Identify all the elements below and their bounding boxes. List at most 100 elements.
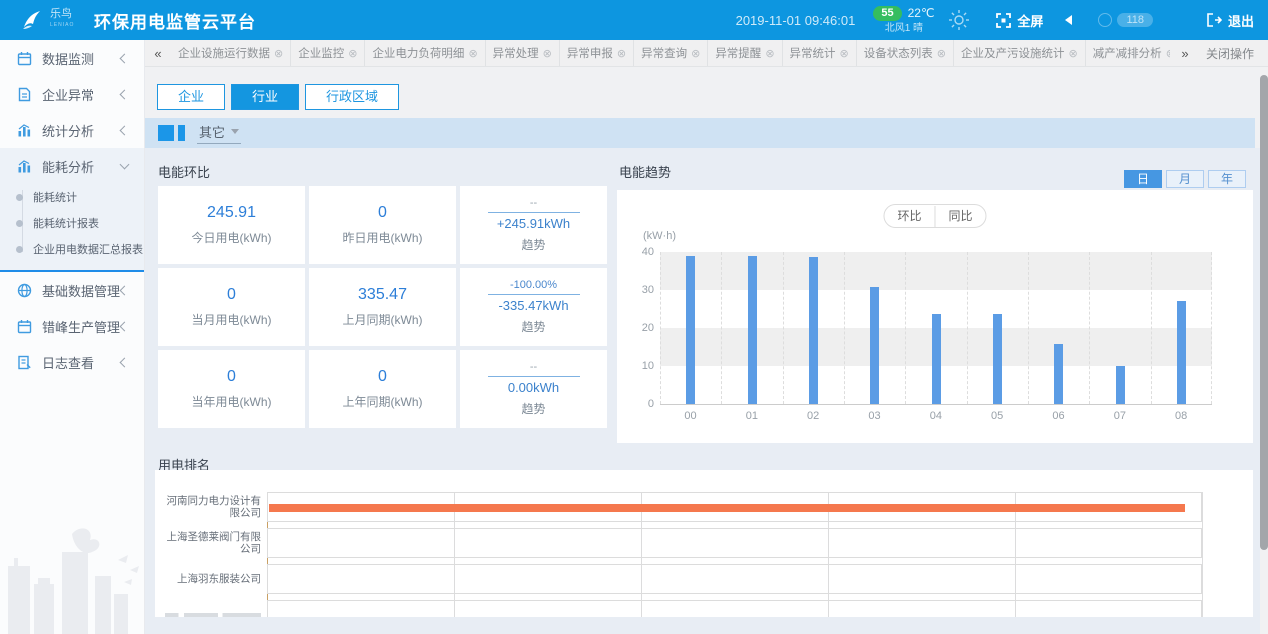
x-tick-label: 01 [721,410,782,422]
tab-close-icon[interactable]: ⊗ [617,47,626,60]
tab-企业电力负荷明细[interactable]: 企业电力负荷明细⊗ [365,40,485,66]
city-skyline-watermark [0,504,145,634]
period-button-月[interactable]: 月 [1166,170,1204,188]
stat-card: 335.47上月同期(kWh) [309,268,456,346]
tab-异常处理[interactable]: 异常处理⊗ [486,40,560,66]
sidebar-item-日志查看[interactable]: 日志查看 [0,344,144,380]
grid-band [660,252,1212,290]
tabs-scroll-right-icon[interactable]: » [1170,40,1200,66]
ranking-company-label: 河南同力电力设计有限公司 [161,495,261,519]
sidebar-subitem-能耗统计[interactable]: 能耗统计 [0,184,144,210]
sidebar-item-基础数据管理[interactable]: 基础数据管理 [0,272,144,308]
tab-异常提醒[interactable]: 异常提醒 ⊗ [708,40,782,66]
y-tick-label: 0 [624,398,654,410]
sun-icon [948,9,970,31]
page-title: 环保用电监管云平台 [94,8,256,33]
wind-status: 北风1 晴 [885,22,923,35]
sidebar-item-label: 错峰生产管理 [42,317,121,336]
stat-value: 0 [227,368,236,386]
bar-08 [1177,301,1186,404]
grid-line [660,252,661,404]
stat-label: 当年用电(kWh) [192,393,272,410]
sidebar-subitem-label: 能耗统计报表 [33,215,99,231]
tab-bar: « 企业设施运行数据⊗企业监控⊗企业电力负荷明细⊗异常处理⊗异常申报⊗异常查询⊗… [145,40,1268,67]
x-tick-label: 03 [844,410,905,422]
tab-close-icon[interactable]: ⊗ [937,47,946,60]
tab-异常查询[interactable]: 异常查询⊗ [634,40,708,66]
tab-close-icon[interactable]: ⊗ [543,47,552,60]
tab-设备状态列表[interactable]: 设备状态列表⊗ [857,40,954,66]
main-content: 企业行业行政区域 其它 电能环比 245.91今日用电(kWh)0昨日用电(kW… [145,67,1268,634]
period-button-日[interactable]: 日 [1124,170,1162,188]
temperature: 22℃ [908,7,935,20]
sidebar-subitem-label: 企业用电数据汇总报表 [33,241,143,257]
tab-减产减排分析[interactable]: 减产减排分析⊗ [1086,40,1170,66]
sidebar-item-统计分析[interactable]: 统计分析 [0,112,144,148]
ranking-row [267,564,1202,594]
tab-异常申报[interactable]: 异常申报⊗ [560,40,634,66]
trend-card: --+245.91kWh趋势 [460,186,607,264]
tab-close-icon[interactable]: ⊗ [274,47,283,60]
legend-item-环比[interactable]: 环比 [884,206,934,226]
industry-dropdown[interactable]: 其它 [197,122,241,144]
sidebar-item-数据监测[interactable]: 数据监测 [0,40,144,76]
stat-value: 0 [378,368,387,386]
trend-label: 趋势 [521,236,545,253]
x-tick-label: 06 [1028,410,1089,422]
sidebar: 数据监测企业异常统计分析能耗分析能耗统计能耗统计报表企业用电数据汇总报表基础数据… [0,40,145,634]
legend-item-同比[interactable]: 同比 [936,206,986,226]
chevron-left-icon [120,285,130,295]
sidebar-subitem-能耗统计报表[interactable]: 能耗统计报表 [0,210,144,236]
ranking-chart-panel: 河南同力电力设计有限公司上海圣德莱阀门有限公司上海羽东服装公司 [155,470,1253,617]
tab-企业设施运行数据[interactable]: 企业设施运行数据⊗ [171,40,291,66]
ranking-row [267,528,1202,558]
bar-05 [993,314,1002,404]
bar-01 [748,256,757,404]
grid-line [844,252,845,404]
scope-button-企业[interactable]: 企业 [157,84,225,110]
trend-label: 趋势 [521,400,545,417]
trend-divider [488,376,580,377]
tab-close-icon[interactable]: ⊗ [840,47,849,60]
globe-icon [17,283,32,298]
vertical-scrollbar[interactable] [1260,67,1268,634]
sidebar-item-企业异常[interactable]: 企业异常 [0,76,144,112]
tab-close-icon[interactable]: ⊗ [468,47,477,60]
fullscreen-button[interactable]: 全屏 [996,11,1043,30]
y-tick-label: 30 [624,284,654,296]
stat-card: 0昨日用电(kWh) [309,186,456,264]
notification-icon[interactable] [1098,13,1112,27]
chevron-left-icon [120,53,130,63]
grid-line [783,252,784,404]
notification-count-badge[interactable]: 118 [1117,13,1153,27]
bar-04 [932,314,941,404]
logout-icon [1207,13,1222,27]
x-tick-label: 08 [1151,410,1212,422]
collapse-left-icon[interactable] [1065,15,1072,25]
x-tick-label: 07 [1089,410,1150,422]
y-axis-unit-label: (kW·h) [643,230,676,242]
scrollbar-thumb[interactable] [1260,75,1268,550]
tab-label: 异常提醒 [715,45,761,61]
tab-close-icon[interactable]: ⊗ [765,47,774,60]
chevron-left-icon [120,321,130,331]
scope-button-行业[interactable]: 行业 [231,84,299,110]
filter-block-icon [158,125,174,141]
tab-异常统计[interactable]: 异常统计⊗ [783,40,857,66]
tab-企业监控[interactable]: 企业监控⊗ [291,40,365,66]
sidebar-subitem-label: 能耗统计 [33,189,77,205]
tab-close-icon[interactable]: ⊗ [348,47,357,60]
tabs-scroll-left-icon[interactable]: « [145,40,171,66]
sidebar-subitem-企业用电数据汇总报表[interactable]: 企业用电数据汇总报表 [0,236,144,262]
period-button-年[interactable]: 年 [1208,170,1246,188]
close-operations-button[interactable]: 关闭操作 [1200,40,1268,66]
bullet-icon [16,220,23,227]
tab-企业及产污设施统计[interactable]: 企业及产污设施统计⊗ [954,40,1086,66]
scope-button-行政区域[interactable]: 行政区域 [305,84,399,110]
sidebar-item-错峰生产管理[interactable]: 错峰生产管理 [0,308,144,344]
sidebar-item-label: 统计分析 [42,121,121,140]
tab-close-icon[interactable]: ⊗ [691,47,700,60]
sidebar-item-能耗分析[interactable]: 能耗分析 [0,148,144,184]
tab-close-icon[interactable]: ⊗ [1068,47,1077,60]
logout-button[interactable]: 退出 [1207,11,1254,30]
